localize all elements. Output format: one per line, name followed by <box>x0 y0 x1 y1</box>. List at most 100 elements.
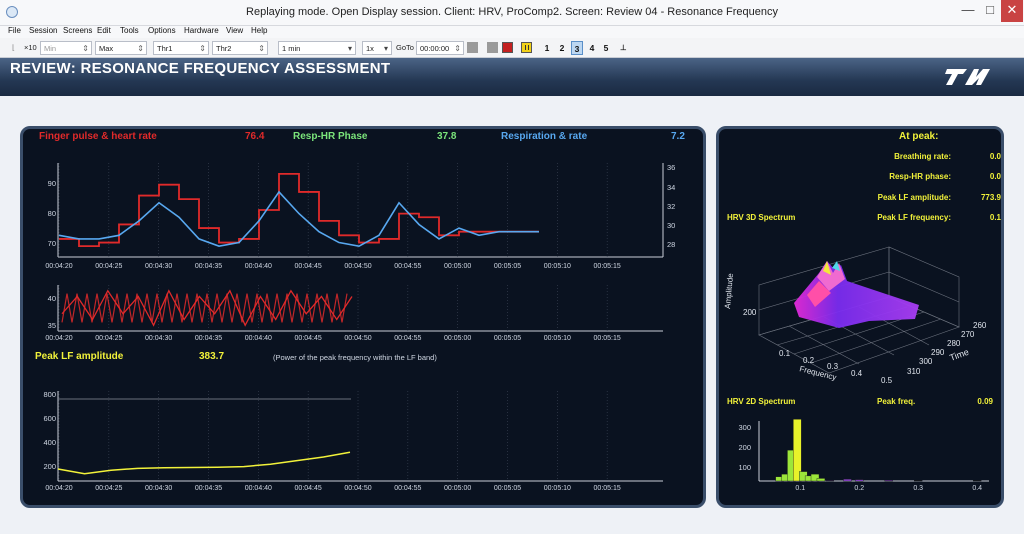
stat-value: 0.1 <box>989 213 1001 222</box>
amp-tick: 200 <box>743 308 757 317</box>
time-tick: 00:05:15 <box>593 263 621 270</box>
time-tick: 260 <box>973 321 987 330</box>
screen-5-button[interactable]: 5 <box>600 41 612 55</box>
hrv-3d-spectrum: Amplitude 200 0.1 0.2 0.3 0.4 0.5 Freque… <box>723 246 987 385</box>
menu-tools[interactable]: Tools <box>120 26 139 35</box>
menu-screens[interactable]: Screens <box>63 26 92 35</box>
freq-tick: 0.4 <box>972 485 983 492</box>
lf-amplitude-line <box>57 451 351 475</box>
menu-edit[interactable]: Edit <box>97 26 111 35</box>
toolbar: ⌊ ×10 Min Max Thr1 Thr2 1 min 1x GoTo 00… <box>0 38 1024 58</box>
time-tick: 270 <box>961 330 975 339</box>
menu-file[interactable]: File <box>8 26 21 35</box>
speed-select[interactable]: 1x <box>362 41 392 56</box>
time-tick: 00:04:40 <box>244 485 272 492</box>
y2-tick: 30 <box>667 221 676 230</box>
time-tick: 00:04:30 <box>145 263 173 270</box>
freq-tick: 0.2 <box>854 485 865 492</box>
goto-time-field[interactable]: 00:00:00 <box>416 41 464 56</box>
maximize-button[interactable]: □ <box>979 0 1001 22</box>
y2-tick: 34 <box>667 183 676 192</box>
freq-tick: 0.4 <box>851 369 863 378</box>
screen-1-button[interactable]: 1 <box>541 41 553 55</box>
record-button[interactable] <box>502 42 513 53</box>
screen-2-button[interactable]: 2 <box>556 41 568 55</box>
menu-view[interactable]: View <box>226 26 243 35</box>
hrv-2d-spectrum <box>758 419 989 482</box>
time-tick: 00:04:25 <box>95 335 123 342</box>
min-spinner[interactable]: Min <box>40 41 92 56</box>
time-tick: 00:04:55 <box>394 485 422 492</box>
window-titlebar: Replaying mode. Open Display session. Cl… <box>0 0 1024 26</box>
time-tick: 300 <box>919 357 933 366</box>
time-tick: 00:04:50 <box>344 335 372 342</box>
peak-freq-label: Peak freq. <box>877 397 916 406</box>
stat-label: Resp-HR phase: <box>889 172 951 181</box>
screen-4-button[interactable]: 4 <box>586 41 598 55</box>
y-tick: 600 <box>43 414 56 423</box>
time-tick: 00:04:40 <box>244 335 272 342</box>
screen-3-button[interactable]: 3 <box>571 41 583 55</box>
stat-label: Peak LF frequency: <box>877 213 951 222</box>
stat-value: 0.0 <box>989 152 1001 161</box>
hr-series-line <box>59 172 539 248</box>
time-tick: 310 <box>907 367 921 376</box>
menu-hardware[interactable]: Hardware <box>184 26 219 35</box>
stat-value: 773.9 <box>980 193 1001 202</box>
time-tick: 00:04:35 <box>194 335 223 342</box>
right-spectrum-panel: At peak: Breathing rate: 0.0 Resp-HR pha… <box>716 126 1004 508</box>
time-tick: 00:04:35 <box>194 485 223 492</box>
time-tick: 00:04:20 <box>45 485 73 492</box>
y-tick: 40 <box>47 294 56 303</box>
time-tick: 00:05:10 <box>543 485 571 492</box>
freq-tick: 0.1 <box>795 485 806 492</box>
screen-header: REVIEW: RESONANCE FREQUENCY ASSESSMENT <box>0 58 1024 96</box>
at-peak-heading: At peak: <box>899 131 939 142</box>
y-tick: 800 <box>43 390 56 399</box>
time-tick: 00:04:20 <box>45 263 73 270</box>
x10-label[interactable]: ×10 <box>24 41 37 55</box>
time-tick: 290 <box>931 348 945 357</box>
y-tick: 90 <box>47 179 56 188</box>
baseline-icon[interactable]: ⊥ <box>620 41 627 55</box>
axis-amplitude-title: Amplitude <box>723 272 735 309</box>
time-tick: 280 <box>947 339 961 348</box>
thr1-spinner[interactable]: Thr1 <box>153 41 209 56</box>
page-title: REVIEW: RESONANCE FREQUENCY ASSESSMENT <box>10 60 391 77</box>
time-tick: 00:04:50 <box>344 485 372 492</box>
time-tick: 00:05:05 <box>493 335 522 342</box>
menu-options[interactable]: Options <box>148 26 176 35</box>
pause-button[interactable] <box>521 42 532 53</box>
time-tick: 00:04:45 <box>294 485 322 492</box>
menu-session[interactable]: Session <box>29 26 57 35</box>
max-spinner[interactable]: Max <box>95 41 147 56</box>
thr2-spinner[interactable]: Thr2 <box>212 41 268 56</box>
time-tick: 00:04:30 <box>145 335 173 342</box>
time-tick: 00:04:20 <box>45 335 73 342</box>
close-button[interactable]: ✕ <box>1001 0 1023 22</box>
freq-tick: 0.3 <box>827 362 839 371</box>
minimize-button[interactable]: — <box>957 0 979 22</box>
stop-button[interactable] <box>487 42 498 53</box>
stat-value: 0.0 <box>989 172 1001 181</box>
spectrum-2d-label: HRV 2D Spectrum <box>727 397 796 406</box>
goto-label: GoTo <box>396 43 414 52</box>
time-tick: 00:04:25 <box>95 263 123 270</box>
sort-icon[interactable]: ⌊ <box>12 41 15 55</box>
time-tick: 00:05:10 <box>543 263 571 270</box>
time-tick: 00:04:55 <box>394 335 422 342</box>
time-tick: 00:05:00 <box>444 485 472 492</box>
time-tick: 00:05:15 <box>593 335 621 342</box>
resp-raw-wave <box>61 293 348 323</box>
time-tick: 00:04:55 <box>394 263 422 270</box>
time-tick: 00:05:10 <box>543 335 571 342</box>
time-tick: 00:05:05 <box>493 263 522 270</box>
time-tick: 00:04:45 <box>294 335 322 342</box>
rewind-button[interactable] <box>467 42 478 53</box>
time-tick: 00:04:50 <box>344 263 372 270</box>
duration-select[interactable]: 1 min <box>278 41 356 56</box>
time-tick: 00:05:00 <box>444 263 472 270</box>
y2-tick: 36 <box>667 163 676 172</box>
menu-help[interactable]: Help <box>251 26 267 35</box>
spectrum-bar <box>825 480 834 482</box>
